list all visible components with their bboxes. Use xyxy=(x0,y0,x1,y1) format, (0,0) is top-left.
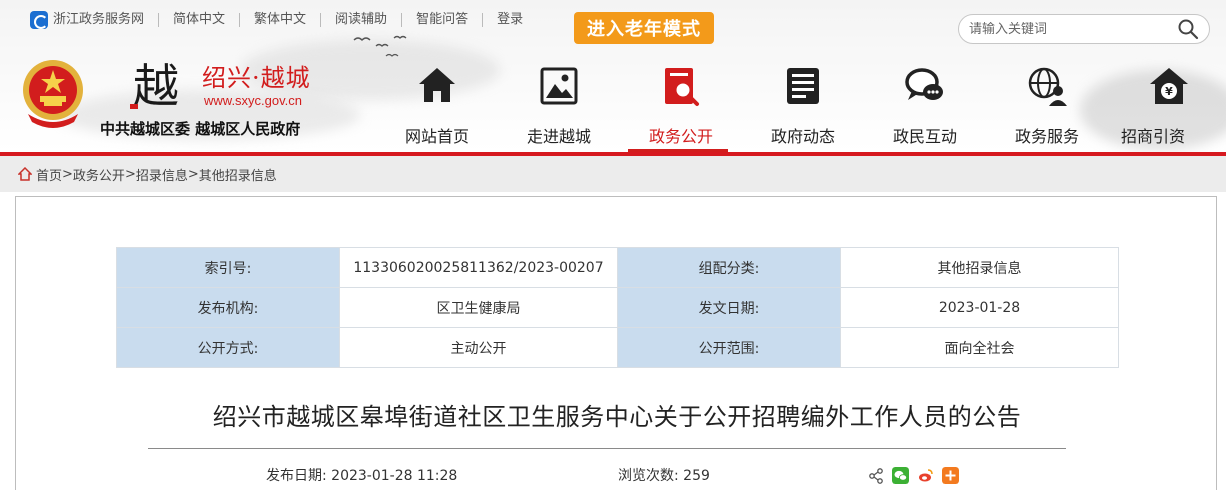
meta-key: 组配分类: xyxy=(617,247,841,288)
zhejiang-gov-link[interactable]: 浙江政务服务网 xyxy=(30,11,158,29)
breadcrumb-gov-affairs[interactable]: 政务公开 xyxy=(73,165,125,184)
more-share-icon[interactable] xyxy=(942,467,959,484)
brand-subtitle: 中共越城区委 越城区人民政府 xyxy=(100,120,301,138)
views-label: 浏览次数: xyxy=(618,468,679,484)
views-count: 259 xyxy=(683,468,710,484)
news-icon xyxy=(787,68,819,104)
meta-key: 发布机构: xyxy=(116,287,340,328)
picture-icon xyxy=(540,67,578,105)
nav-services[interactable]: 政务服务 xyxy=(986,56,1108,152)
view-count-info: 浏览次数: 259 xyxy=(618,465,710,485)
nav-gov-affairs[interactable]: 政务公开 xyxy=(620,56,742,152)
national-emblem-icon xyxy=(23,60,83,128)
document-meta-table: 索引号: 113306020025811362/2023-00207 组配分类:… xyxy=(116,247,1119,368)
table-row: 公开方式: 主动公开 公开范围: 面向全社会 xyxy=(116,327,1119,368)
meta-value: 面向全社会 xyxy=(840,327,1119,368)
article-title: 绍兴市越城区皋埠街道社区卫生服务中心关于公开招聘编外工作人员的公告 xyxy=(212,403,1022,431)
breadcrumb: 首页 > 政务公开 > 招录信息 > 其他招录信息 xyxy=(0,156,1226,192)
publish-date: 2023-01-28 11:28 xyxy=(331,468,458,484)
globe-user-icon xyxy=(1028,67,1067,106)
document-search-icon xyxy=(665,68,699,106)
nav-about[interactable]: 走进越城 xyxy=(498,56,620,152)
share-bar xyxy=(868,467,959,484)
svg-text:¥: ¥ xyxy=(1165,85,1173,98)
breadcrumb-recruitment[interactable]: 招录信息 xyxy=(136,165,188,184)
meta-key: 公开范围: xyxy=(617,327,841,368)
meta-key: 公开方式: xyxy=(116,327,340,368)
nav-home[interactable]: 网站首页 xyxy=(376,56,498,152)
meta-value: 2023-01-28 xyxy=(840,287,1119,328)
table-row: 发布机构: 区卫生健康局 发文日期: 2023-01-28 xyxy=(116,287,1119,328)
search-input[interactable] xyxy=(969,21,1177,37)
chat-icon xyxy=(905,68,943,100)
meta-value: 区卫生健康局 xyxy=(339,287,618,328)
reading-aid-link[interactable]: 阅读辅助 xyxy=(320,13,401,27)
site-header: 浙江政务服务网 简体中文 繁体中文 阅读辅助 智能问答 登录 进入老年模式 越 … xyxy=(0,0,1226,152)
breadcrumb-home[interactable]: 首页 xyxy=(36,165,62,184)
nav-interaction[interactable]: 政民互动 xyxy=(864,56,986,152)
meta-key: 发文日期: xyxy=(617,287,841,328)
elder-mode-button[interactable]: 进入老年模式 xyxy=(574,12,714,44)
search-box xyxy=(958,14,1210,44)
zhejiang-logo-icon xyxy=(30,11,48,29)
title-divider xyxy=(148,448,1066,449)
table-row: 索引号: 113306020025811362/2023-00207 组配分类:… xyxy=(116,247,1119,288)
svg-text:越: 越 xyxy=(133,59,179,112)
brand-name: 绍兴·越城 xyxy=(202,64,311,92)
article-panel: 索引号: 113306020025811362/2023-00207 组配分类:… xyxy=(15,196,1217,490)
top-bar: 浙江政务服务网 简体中文 繁体中文 阅读辅助 智能问答 登录 xyxy=(30,8,537,32)
smart-qa-link[interactable]: 智能问答 xyxy=(401,13,482,27)
wechat-share-icon[interactable] xyxy=(892,467,909,484)
yuecheng-logo-icon: 越 xyxy=(130,59,179,112)
search-icon[interactable] xyxy=(1177,18,1199,40)
breadcrumb-home-icon xyxy=(18,167,32,181)
main-nav: 网站首页 走进越城 政务公开 政府动态 政民互动 政务服务 ¥ 招商引资 xyxy=(376,56,1226,152)
meta-value: 113306020025811362/2023-00207 xyxy=(339,247,618,288)
weibo-share-icon[interactable] xyxy=(917,467,934,484)
meta-value: 其他招录信息 xyxy=(840,247,1119,288)
house-yen-icon: ¥ xyxy=(1150,68,1188,104)
brand-url: www.sxyc.gov.cn xyxy=(204,93,303,108)
publish-label: 发布日期: xyxy=(266,468,327,484)
meta-key: 索引号: xyxy=(116,247,340,288)
nav-investment[interactable]: ¥ 招商引资 xyxy=(1108,56,1226,152)
meta-value: 主动公开 xyxy=(339,327,618,368)
traditional-chinese-link[interactable]: 繁体中文 xyxy=(239,13,320,27)
share-icon[interactable] xyxy=(868,467,884,484)
home-icon xyxy=(419,68,455,102)
publish-info: 发布日期: 2023-01-28 11:28 xyxy=(266,465,457,485)
login-link[interactable]: 登录 xyxy=(482,13,537,27)
breadcrumb-other-recruitment[interactable]: 其他招录信息 xyxy=(199,165,277,184)
simplified-chinese-link[interactable]: 简体中文 xyxy=(158,13,239,27)
nav-gov-news[interactable]: 政府动态 xyxy=(742,56,864,152)
